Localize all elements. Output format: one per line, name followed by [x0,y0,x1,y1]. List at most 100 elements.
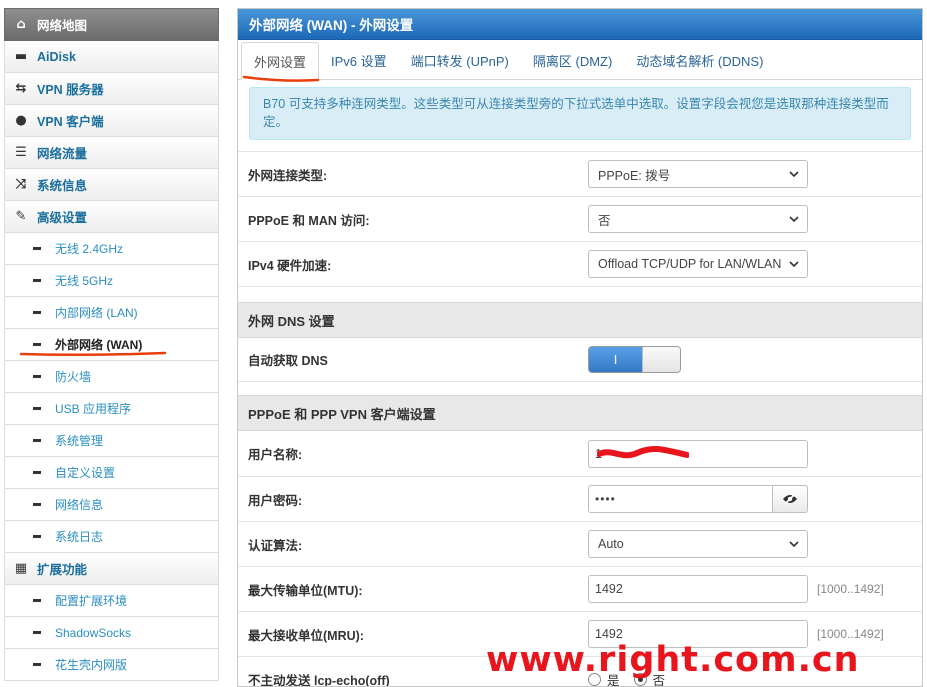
dash-icon [5,503,55,506]
sidebar-item-advanced[interactable]: ✎ 高级设置 [4,201,219,233]
auto-dns-row: 自动获取 DNS I [238,338,922,381]
ppp-section-header: PPPoE 和 PPP VPN 客户端设置 [238,395,922,431]
dash-icon [5,279,55,282]
sidebar-subitem-oray[interactable]: 花生壳内网版 [4,649,219,681]
dash-icon [5,343,55,346]
sidebar-item-vpn-client[interactable]: ● VPN 客户端 [4,105,219,137]
tab-dmz[interactable]: 隔离区 (DMZ) [521,41,624,79]
chevron-down-icon [789,216,799,223]
sidebar-subitem-lan[interactable]: 内部网络 (LAN) [4,297,219,329]
sidebar-subitem-wan[interactable]: 外部网络 (WAN) [4,329,219,361]
field-label: 最大传输单位(MTU): [248,583,363,598]
sidebar-item-extensions[interactable]: ▦ 扩展功能 [4,553,219,585]
field-label: PPPoE 和 MAN 访问: [248,213,370,228]
sidebar-item-label: VPN 服务器 [37,83,104,97]
auth-row: 认证算法: Auto [238,521,922,566]
sidebar-subitem-label: 无线 2.4GHz [55,242,124,256]
sidebar-item-label: VPN 客户端 [37,115,104,129]
field-label: 外网连接类型: [248,168,328,183]
tab-ddns[interactable]: 动态域名解析 (DDNS) [624,41,775,79]
sidebar-subitem-wireless-5[interactable]: 无线 5GHz [4,265,219,297]
sidebar-item-label: 系统信息 [37,179,88,193]
hw-accel-select[interactable]: Offload TCP/UDP for LAN/WLAN [588,250,808,278]
dash-icon [5,631,55,634]
sidebar-item-label: AiDisk [37,49,76,64]
field-label: 自动获取 DNS [248,354,328,368]
sidebar-subitem-label: 内部网络 (LAN) [55,306,138,320]
chevron-down-icon [789,261,799,268]
retweet-icon: ⇆ [15,81,27,96]
panel-title: 外部网络 (WAN) - 外网设置 [238,9,922,40]
wan-type-select[interactable]: PPPoE: 拨号 [588,160,808,188]
dash-icon [5,535,55,538]
tab-port-forward[interactable]: 端口转发 (UPnP) [399,41,521,79]
sidebar-item-system-info[interactable]: ⤨ 系统信息 [4,169,219,201]
man-access-row: PPPoE 和 MAN 访问: 否 [238,196,922,241]
sidebar-subitem-ext-config[interactable]: 配置扩展环境 [4,585,219,617]
sidebar-subitem-label: 花生壳内网版 [55,658,128,672]
random-icon: ⤨ [15,177,27,192]
sidebar-subitem-custom[interactable]: 自定义设置 [4,457,219,489]
sidebar-item-aidisk[interactable]: ▬ AiDisk [4,41,219,73]
hand-drawn-underline [242,75,320,82]
dash-icon [5,311,55,314]
password-row: 用户密码: •••• [238,476,922,521]
sidebar-item-label: 网络流量 [37,147,88,161]
auth-select[interactable]: Auto [588,530,808,558]
sidebar-subitem-wireless-24[interactable]: 无线 2.4GHz [4,233,219,265]
hw-accel-row: IPv4 硬件加速: Offload TCP/UDP for LAN/WLAN [238,241,922,286]
sidebar-subitem-netinfo[interactable]: 网络信息 [4,489,219,521]
username-row: 用户名称: 1 [238,431,922,476]
info-alert: B70 可支持多种连网类型。这些类型可从连接类型旁的下拉式选单中选取。设置字段会… [249,87,911,140]
sidebar-item-label: 网络地图 [37,19,88,33]
sidebar-subitem-label: 配置扩展环境 [55,594,128,608]
sidebar-item-label: 高级设置 [37,211,88,225]
field-label: 最大接收单位(MRU): [248,628,364,643]
username-input[interactable]: 1 [588,439,808,468]
mtu-row: 最大传输单位(MTU): 1492 [1000..1492] [238,566,922,611]
chevron-down-icon [789,171,799,178]
field-label: 不主动发送 lcp-echo(off) [248,673,390,687]
sidebar-subitem-firewall[interactable]: 防火墙 [4,361,219,393]
sidebar-item-network-map[interactable]: ⌂ 网络地图 [4,8,219,41]
dash-icon [5,247,55,250]
mtu-range: [1000..1492] [817,582,884,596]
dash-icon [5,375,55,378]
wan-type-row: 外网连接类型: PPPoE: 拨号 [238,151,922,196]
sidebar-menu: ⌂ 网络地图 ▬ AiDisk ⇆ VPN 服务器 ● VPN 客户端 ☰ 网络… [4,8,219,687]
man-access-select[interactable]: 否 [588,205,808,233]
sidebar-subitem-label: 网络信息 [55,498,104,512]
grid-icon: ▦ [14,561,28,576]
hand-drawn-underline [19,351,167,357]
sidebar-subitem-label: 自定义设置 [55,466,116,480]
sidebar-item-traffic[interactable]: ☰ 网络流量 [4,137,219,169]
sidebar-subitem-admin[interactable]: 系统管理 [4,425,219,457]
main-panel: 外部网络 (WAN) - 外网设置 外网设置 IPv6 设置 端口转发 (UPn… [237,8,923,687]
globe-icon: ● [15,113,27,128]
traffic-icon: ☰ [15,145,27,160]
redaction-scribble [597,445,689,458]
field-label: 用户密码: [248,493,303,508]
tab-ipv6[interactable]: IPv6 设置 [319,41,399,79]
dns-section-header: 外网 DNS 设置 [238,302,922,338]
sidebar-subitem-syslog[interactable]: 系统日志 [4,521,219,553]
tab-bar: 外网设置 IPv6 设置 端口转发 (UPnP) 隔离区 (DMZ) 动态域名解… [238,40,922,82]
password-input[interactable]: •••• [588,485,773,513]
dash-icon [5,663,55,666]
dash-icon [5,439,55,442]
sidebar-item-vpn-server[interactable]: ⇆ VPN 服务器 [4,73,219,105]
auto-dns-toggle[interactable]: I [588,346,681,373]
field-label: 用户名称: [248,448,303,462]
mtu-input[interactable]: 1492 [588,575,808,603]
sidebar-item-label: 扩展功能 [37,563,88,577]
sidebar-subitem-label: ShadowSocks [55,625,132,640]
show-password-eye-icon[interactable] [773,485,808,513]
dash-icon [5,471,55,474]
sidebar-subitem-shadowsocks[interactable]: ShadowSocks [4,617,219,649]
sidebar-subitem-label: 系统管理 [55,434,104,448]
dash-icon [5,407,55,410]
site-watermark: www.right.com.cn [486,640,860,680]
password-group: •••• [588,485,808,513]
field-label: 认证算法: [248,538,303,553]
sidebar-subitem-usb[interactable]: USB 应用程序 [4,393,219,425]
